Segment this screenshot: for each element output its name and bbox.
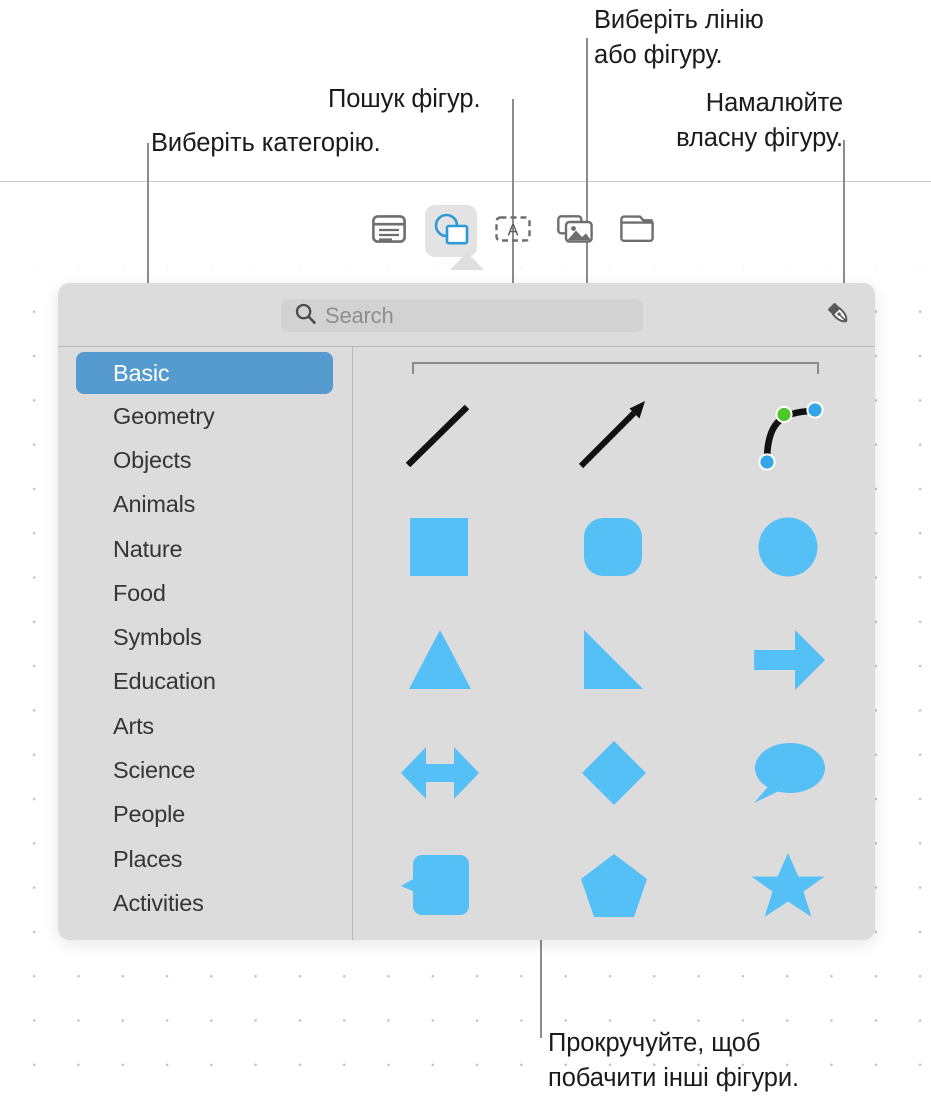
line-shape-icon [397, 391, 483, 482]
sidebar-item-label: Nature [113, 535, 183, 562]
toolbar-item-shape[interactable] [425, 205, 477, 257]
shapes-grid [353, 380, 875, 940]
callout-choose-category: Виберіть категорію. [151, 129, 381, 157]
svg-text:A: A [507, 221, 518, 239]
curve-shape-icon [745, 391, 831, 482]
shapes-popover: Search Basic Geometry Objects Animals Na… [58, 283, 875, 940]
sidebar-item-label: Food [113, 579, 166, 606]
popover-body: Basic Geometry Objects Animals Nature Fo… [58, 347, 875, 940]
shape-row [353, 719, 875, 832]
text-box-icon: A [495, 215, 531, 247]
media-icon [557, 214, 593, 248]
callout-search-shapes: Пошук фігур. [328, 85, 481, 113]
shape-item-curve[interactable] [701, 391, 875, 482]
shape-item-pentagon[interactable] [527, 843, 701, 934]
sidebar-item-label: Geometry [113, 402, 215, 429]
toolbar-item-media[interactable] [549, 205, 601, 257]
popover-pointer-arrow [450, 252, 484, 270]
shape-item-right-triangle[interactable] [527, 617, 701, 708]
shape-icon [433, 213, 469, 250]
rounded-square-shape-icon [571, 504, 657, 595]
table-icon [372, 214, 406, 248]
toolbar-item-table[interactable] [363, 205, 415, 257]
circle-shape-icon [745, 504, 831, 595]
square-shape-icon [397, 504, 483, 595]
speech-bubble-shape-icon [745, 730, 831, 821]
category-sidebar: Basic Geometry Objects Animals Nature Fo… [58, 347, 353, 940]
shapes-grid-panel [353, 347, 875, 940]
shape-item-speech-bubble[interactable] [701, 730, 875, 821]
sidebar-item-symbols[interactable]: Symbols [58, 615, 352, 659]
sidebar-item-label: Places [113, 845, 183, 872]
shape-row [353, 380, 875, 493]
triangle-shape-icon [397, 617, 483, 708]
insert-toolbar: A [363, 205, 663, 257]
shape-item-double-arrow[interactable] [353, 730, 527, 821]
right-triangle-shape-icon [571, 617, 657, 708]
shape-item-rounded-callout[interactable] [353, 843, 527, 934]
sidebar-item-label: Activities [113, 889, 204, 916]
sidebar-item-nature[interactable]: Nature [58, 527, 352, 571]
toolbar-item-text-box[interactable]: A [487, 205, 539, 257]
sidebar-item-activities[interactable]: Activities [58, 881, 352, 925]
right-arrow-shape-icon [745, 617, 831, 708]
shape-item-star[interactable] [701, 843, 875, 934]
screenshot-root: Виберіть категорію. Пошук фігур. Виберіт… [0, 0, 931, 1104]
sidebar-item-label: Arts [113, 712, 154, 739]
pentagon-shape-icon [571, 843, 657, 934]
shape-row [353, 832, 875, 940]
shapes-group-bracket [412, 362, 819, 374]
double-arrow-shape-icon [397, 730, 483, 821]
sidebar-item-food[interactable]: Food [58, 571, 352, 615]
sidebar-item-science[interactable]: Science [58, 748, 352, 792]
shape-item-right-arrow[interactable] [701, 617, 875, 708]
sidebar-item-education[interactable]: Education [58, 660, 352, 704]
draw-shape-button[interactable] [818, 295, 858, 335]
star-shape-icon [745, 843, 831, 934]
sidebar-item-people[interactable]: People [58, 793, 352, 837]
arrow-line-shape-icon [571, 391, 657, 482]
sidebar-item-places[interactable]: Places [58, 837, 352, 881]
shape-item-line[interactable] [353, 391, 527, 482]
callout-scroll-for-more-shapes: Прокручуйте, щоб побачити інші фігури. [548, 1029, 799, 1092]
shape-item-rounded-square[interactable] [527, 504, 701, 595]
search-placeholder: Search [325, 302, 394, 328]
shape-row [353, 493, 875, 606]
pen-icon [822, 297, 854, 334]
shape-item-circle[interactable] [701, 504, 875, 595]
sidebar-item-animals[interactable]: Animals [58, 483, 352, 527]
rounded-callout-shape-icon [397, 843, 483, 934]
shape-row [353, 606, 875, 719]
sidebar-item-basic[interactable]: Basic [76, 352, 333, 394]
sidebar-item-label: Objects [113, 446, 192, 473]
sidebar-item-label: Symbols [113, 624, 202, 651]
callout-line-search-shapes [512, 99, 514, 295]
sidebar-item-arts[interactable]: Arts [58, 704, 352, 748]
sidebar-item-label: Education [113, 668, 216, 695]
search-icon [295, 303, 316, 329]
shape-item-diamond[interactable] [527, 730, 701, 821]
search-input[interactable]: Search [281, 299, 643, 332]
shape-item-square[interactable] [353, 504, 527, 595]
sidebar-item-label: Animals [113, 491, 196, 518]
sidebar-item-label: People [113, 801, 185, 828]
diamond-shape-icon [571, 730, 657, 821]
sidebar-item-label: Basic [113, 359, 170, 386]
folder-icon [620, 215, 654, 247]
sidebar-item-geometry[interactable]: Geometry [58, 394, 352, 438]
shape-item-arrow-line[interactable] [527, 391, 701, 482]
shape-item-triangle[interactable] [353, 617, 527, 708]
toolbar-item-folder[interactable] [611, 205, 663, 257]
callout-draw-your-own-shape: Намалюйте власну фігуру. [676, 89, 843, 152]
sidebar-item-objects[interactable]: Objects [58, 438, 352, 482]
sidebar-item-label: Science [113, 757, 196, 784]
callout-choose-line-or-shape: Виберіть лінію або фігуру. [594, 6, 764, 69]
popover-header: Search [58, 283, 875, 347]
